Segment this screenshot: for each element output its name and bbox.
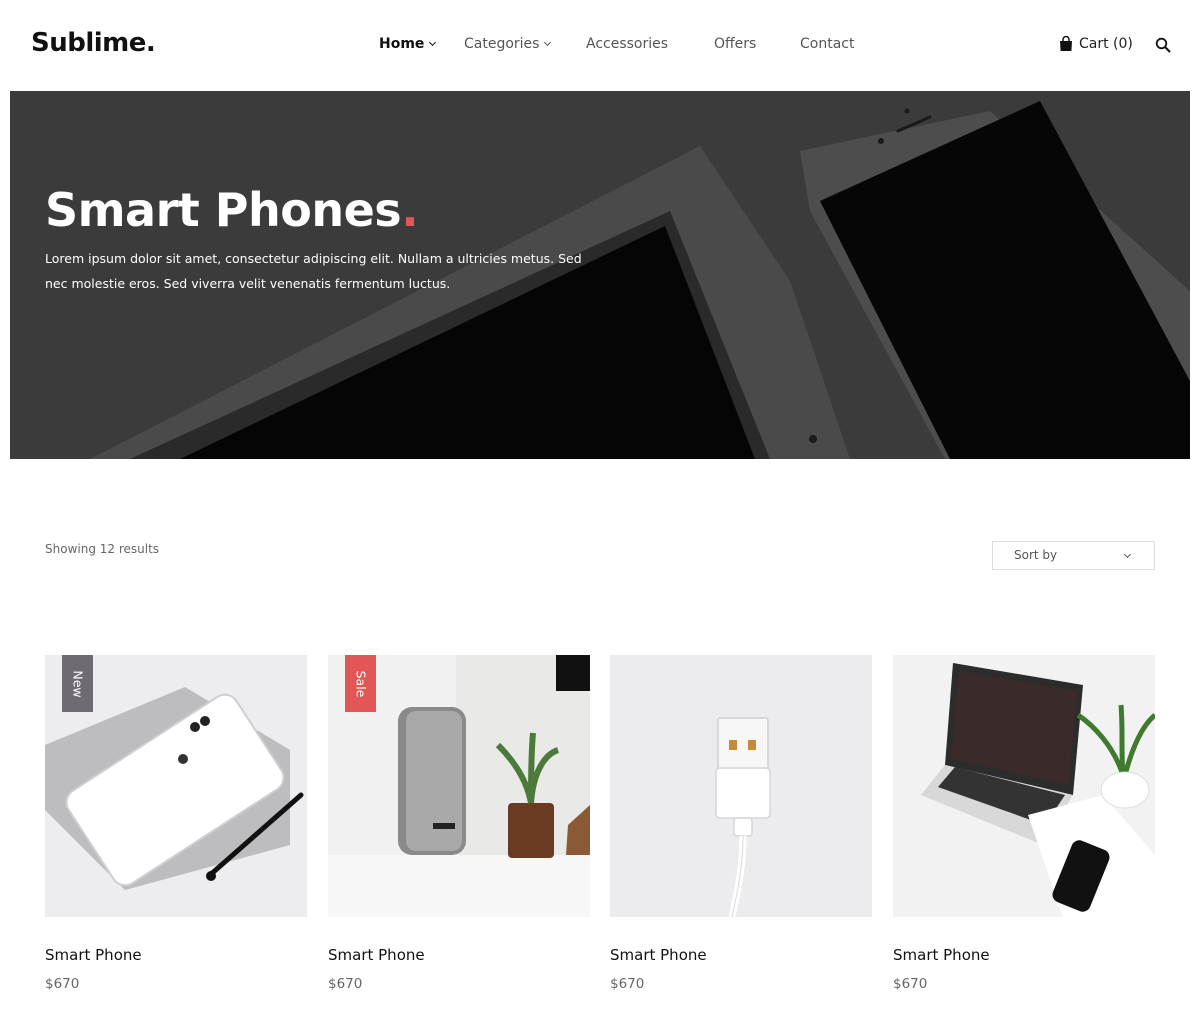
product-image[interactable] — [610, 655, 872, 917]
chevron-down-icon — [429, 38, 437, 46]
hero-title-text: Smart Phones — [45, 183, 402, 237]
nav-item-home[interactable]: Home — [379, 36, 437, 52]
shopping-bag-icon — [1060, 36, 1072, 51]
product-photo-laptop-desk — [893, 655, 1155, 917]
site-logo[interactable]: Sublime. — [31, 28, 156, 58]
chevron-down-icon — [1123, 550, 1132, 559]
search-icon[interactable] — [1155, 37, 1171, 53]
nav-item-label: Home — [379, 36, 425, 52]
product-card[interactable]: Sale Smart Phone $670 — [328, 655, 590, 992]
product-image[interactable]: New — [45, 655, 307, 917]
product-price: $670 — [328, 976, 363, 992]
product-card[interactable]: Smart Phone $670 — [610, 655, 872, 992]
product-card[interactable]: Smart Phone $670 — [893, 655, 1155, 992]
product-image[interactable] — [893, 655, 1155, 917]
cart-label: Cart (0) — [1079, 36, 1133, 52]
product-name[interactable]: Smart Phone — [45, 946, 307, 964]
site-header: Sublime. Home Categories Accessories Off… — [0, 0, 1200, 90]
chevron-down-icon — [544, 38, 552, 46]
product-price: $670 — [45, 976, 80, 992]
nav-item-accessories[interactable]: Accessories — [586, 36, 668, 52]
sort-label: Sort by — [1014, 548, 1058, 562]
nav-item-label: Offers — [714, 36, 757, 52]
product-name[interactable]: Smart Phone — [893, 946, 1155, 964]
nav-item-categories[interactable]: Categories — [464, 36, 552, 52]
results-count: Showing 12 results — [45, 542, 160, 556]
cart-button[interactable]: Cart (0) — [1059, 36, 1133, 52]
nav-item-contact[interactable]: Contact — [800, 36, 854, 52]
product-name[interactable]: Smart Phone — [610, 946, 872, 964]
product-name[interactable]: Smart Phone — [328, 946, 590, 964]
product-price: $670 — [893, 976, 928, 992]
nav-item-offers[interactable]: Offers — [714, 36, 756, 52]
new-badge: New — [62, 655, 93, 712]
sort-dropdown[interactable]: Sort by — [992, 541, 1155, 570]
sale-badge: Sale — [345, 655, 376, 712]
nav-item-label: Categories — [464, 36, 540, 52]
product-image[interactable]: Sale — [328, 655, 590, 917]
hero-banner: Smart Phones. Lorem ipsum dolor sit amet… — [10, 91, 1190, 459]
product-photo-usb-cable — [610, 655, 872, 917]
nav-item-label: Contact — [800, 36, 855, 52]
product-price: $670 — [610, 976, 645, 992]
hero-title: Smart Phones. — [45, 183, 419, 237]
nav-item-label: Accessories — [586, 36, 669, 52]
hero-description: Lorem ipsum dolor sit amet, consectetur … — [45, 251, 582, 291]
product-card[interactable]: New Smart Phone $670 — [45, 655, 307, 992]
hero-title-dot: . — [401, 183, 419, 237]
